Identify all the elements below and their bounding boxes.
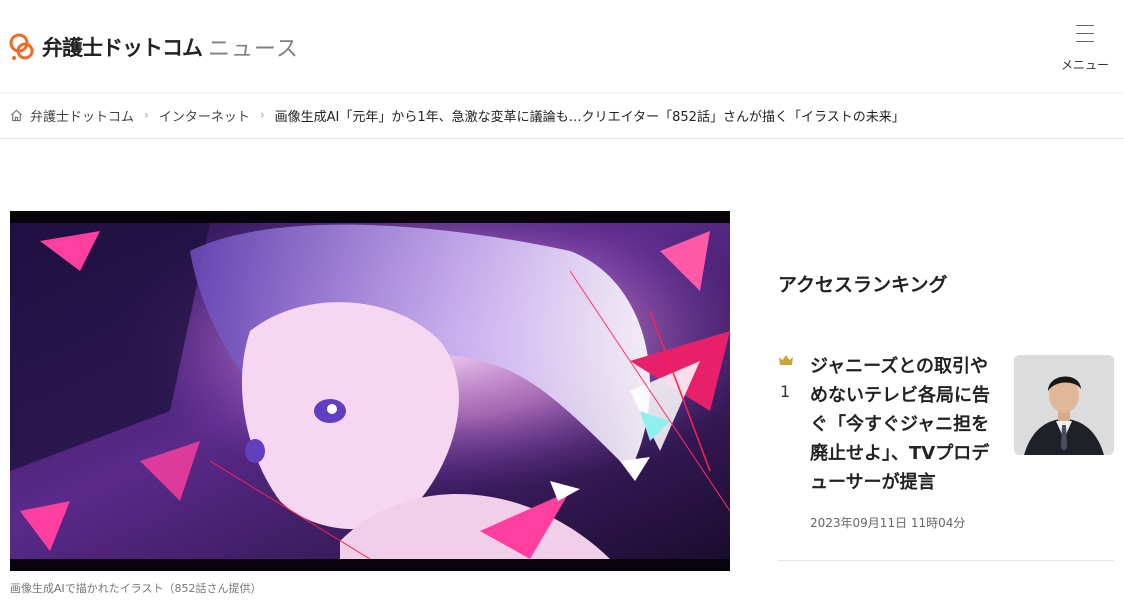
logo-sub-text: ニュース [208, 37, 299, 62]
hamburger-icon [1076, 25, 1094, 42]
rank-number: 1 [780, 382, 791, 401]
image-caption: 画像生成AIで描かれたイラスト（852話さん提供） [10, 582, 262, 595]
menu-button[interactable]: メニュー [1060, 22, 1110, 72]
person-photo [1014, 355, 1114, 455]
site-logo[interactable]: 弁護士ドットコム ニュース [8, 30, 299, 64]
ai-illustration [10, 211, 730, 571]
breadcrumb-link-category[interactable]: インターネット [159, 106, 250, 125]
site-header: 弁護士ドットコム ニュース メニュー [0, 0, 1124, 92]
breadcrumb-separator: › [259, 108, 265, 122]
ranking-date: 2023年09月11日 11時04分 [810, 516, 966, 530]
ranking-headline-link[interactable]: ジャニーズとの取引やめないテレビ各局に告ぐ「今すぐジャニ担を廃止せよ」、TVプロ… [810, 352, 1005, 497]
breadcrumb-link-home[interactable]: 弁護士ドットコム [30, 106, 134, 125]
home-icon[interactable] [10, 109, 23, 122]
logo-mark-icon [9, 33, 34, 60]
breadcrumb-current: 画像生成AI「元年」から1年、急激な変革に議論も…クリエイター「852話」さんが… [274, 109, 905, 125]
breadcrumb-separator: › [144, 108, 149, 122]
menu-label: メニュー [1060, 58, 1109, 72]
ranking-thumbnail[interactable] [1014, 355, 1114, 455]
article-hero-image [10, 211, 730, 571]
crown-icon [779, 355, 793, 365]
ranking-item[interactable]: 1 ジャニーズとの取引やめないテレビ各局に告ぐ「今すぐジャニ担を廃止せよ」、TV… [778, 350, 1114, 561]
logo-main-text: 弁護士ドットコム [42, 36, 203, 60]
ranking-title: アクセスランキング [778, 274, 948, 296]
breadcrumb: 弁護士ドットコム › インターネット › 画像生成AI「元年」から1年、急激な変… [0, 92, 1124, 139]
